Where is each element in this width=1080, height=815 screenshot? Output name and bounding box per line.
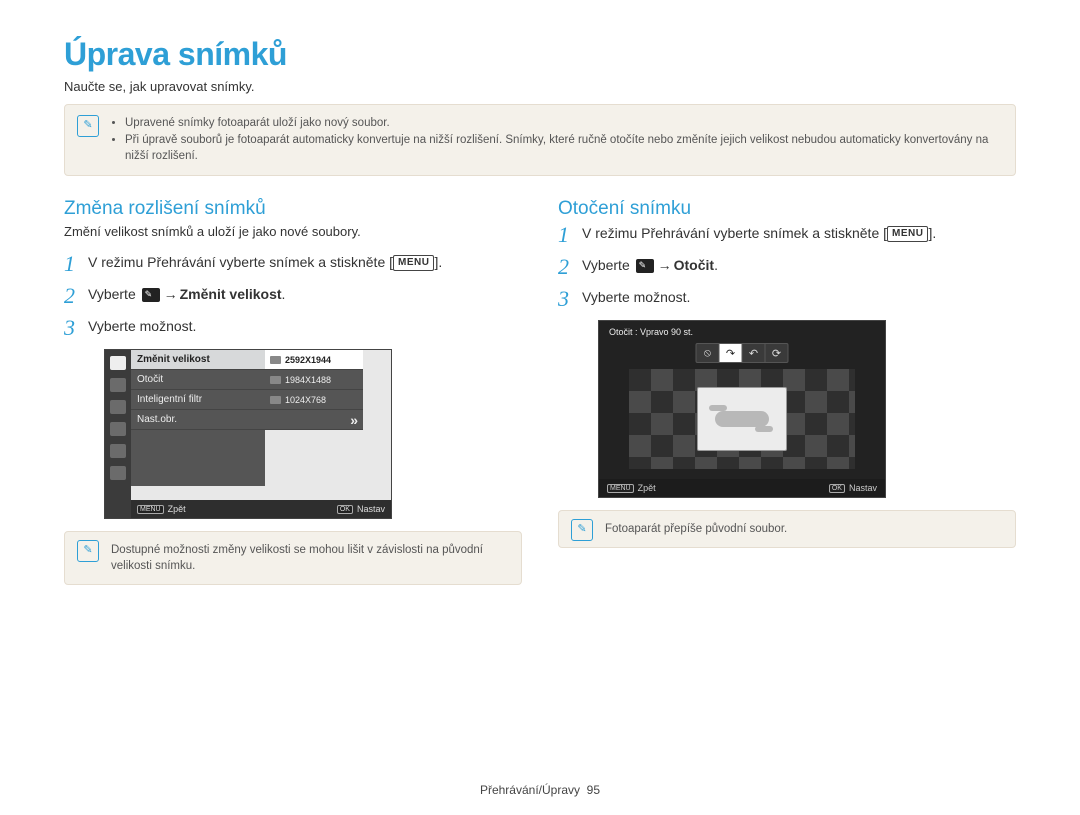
top-note-item: Při úpravě souborů je fotoaparát automat… (125, 132, 1001, 165)
person-silhouette-icon (715, 411, 769, 427)
ok-key-icon: OK (829, 484, 845, 493)
menu-item-rotate: Otočit (131, 370, 265, 390)
side-tab-icon (110, 444, 126, 458)
page-footer: Přehrávání/Úpravy 95 (0, 783, 1080, 797)
resize-lcd-screenshot: Změnit velikost Otočit Inteligentní filt… (104, 349, 392, 519)
rotate-off-icon: ⦸ (697, 344, 720, 362)
menu-button-label: MENU (887, 226, 928, 242)
step-number: 1 (64, 253, 80, 275)
rotate-left-icon: ↶ (743, 344, 766, 362)
step-number: 2 (64, 285, 80, 307)
top-note-box: ✎ Upravené snímky fotoaparát uloží jako … (64, 104, 1016, 176)
menu-button-label: MENU (393, 255, 434, 271)
step-number: 1 (558, 224, 574, 246)
left-note-box: ✎ Dostupné možnosti změny velikosti se m… (64, 531, 522, 585)
manual-page: Úprava snímků Naučte se, jak upravovat s… (0, 0, 1080, 815)
right-step-1: 1 V režimu Přehrávání vyberte snímek a s… (558, 224, 1016, 246)
menu-key-icon: MENU (607, 484, 634, 493)
rotate-right-icon: ↷ (720, 344, 743, 362)
preview-canvas (629, 369, 855, 469)
top-note-list: Upravené snímky fotoaparát uloží jako no… (111, 115, 1001, 165)
menu-list: Změnit velikost Otočit Inteligentní filt… (131, 350, 265, 486)
right-column: Otočení snímku 1 V režimu Přehrávání vyb… (558, 198, 1016, 585)
resolution-more: » (265, 410, 363, 430)
left-step-1: 1 V režimu Přehrávání vyberte snímek a s… (64, 253, 522, 275)
resolution-option: 2592X1944 (265, 350, 363, 370)
right-note-box: ✎ Fotoaparát přepíše původní soubor. (558, 510, 1016, 548)
rotate-180-icon: ⟳ (766, 344, 788, 362)
menu-item-resize: Změnit velikost (131, 350, 265, 370)
right-step-2: 2 Vyberte → Otočit. (558, 256, 1016, 278)
ok-key-icon: OK (337, 505, 353, 514)
edit-image-icon (142, 288, 160, 302)
rotate-title: Otočit : Vpravo 90 st. (609, 327, 693, 337)
left-step-3: 3 Vyberte možnost. (64, 317, 522, 339)
step-number: 2 (558, 256, 574, 278)
resolution-option: 1984X1488 (265, 370, 363, 390)
rotate-option-bar: ⦸ ↷ ↶ ⟳ (696, 343, 789, 363)
lcd-footer: MENU Zpět OK Nastav (599, 479, 885, 497)
rotate-lcd-screenshot: Otočit : Vpravo 90 st. ⦸ ↷ ↶ ⟳ MENU Zpět (598, 320, 886, 498)
resolution-option: 1024X768 (265, 390, 363, 410)
lcd-side-icons (105, 350, 131, 518)
edit-image-icon (636, 259, 654, 273)
left-heading: Změna rozlišení snímků (64, 198, 522, 220)
top-note-item: Upravené snímky fotoaparát uloží jako no… (125, 115, 1001, 132)
left-step-2: 2 Vyberte → Změnit velikost. (64, 285, 522, 307)
resolution-list: 2592X1944 1984X1488 1024X768 » (265, 350, 363, 430)
note-icon: ✎ (77, 540, 99, 562)
menu-item-filter: Inteligentní filtr (131, 390, 265, 410)
left-subtitle: Změní velikost snímků a uloží je jako no… (64, 224, 522, 239)
page-title: Úprava snímků (64, 36, 1016, 73)
step-number: 3 (64, 317, 80, 339)
note-icon: ✎ (77, 115, 99, 137)
left-column: Změna rozlišení snímků Změní velikost sn… (64, 198, 522, 585)
side-tab-icon (110, 356, 126, 370)
right-heading: Otočení snímku (558, 198, 1016, 220)
menu-key-icon: MENU (137, 505, 164, 514)
intro-text: Naučte se, jak upravovat snímky. (64, 79, 1016, 94)
note-icon: ✎ (571, 519, 593, 541)
side-tab-icon (110, 466, 126, 480)
menu-item-adjust: Nast.obr. (131, 410, 265, 430)
side-tab-icon (110, 422, 126, 436)
right-step-3: 3 Vyberte možnost. (558, 288, 1016, 310)
lcd-footer: MENU Zpět OK Nastav (131, 500, 391, 518)
side-tab-icon (110, 400, 126, 414)
step-number: 3 (558, 288, 574, 310)
preview-photo (697, 387, 787, 451)
side-tab-icon (110, 378, 126, 392)
